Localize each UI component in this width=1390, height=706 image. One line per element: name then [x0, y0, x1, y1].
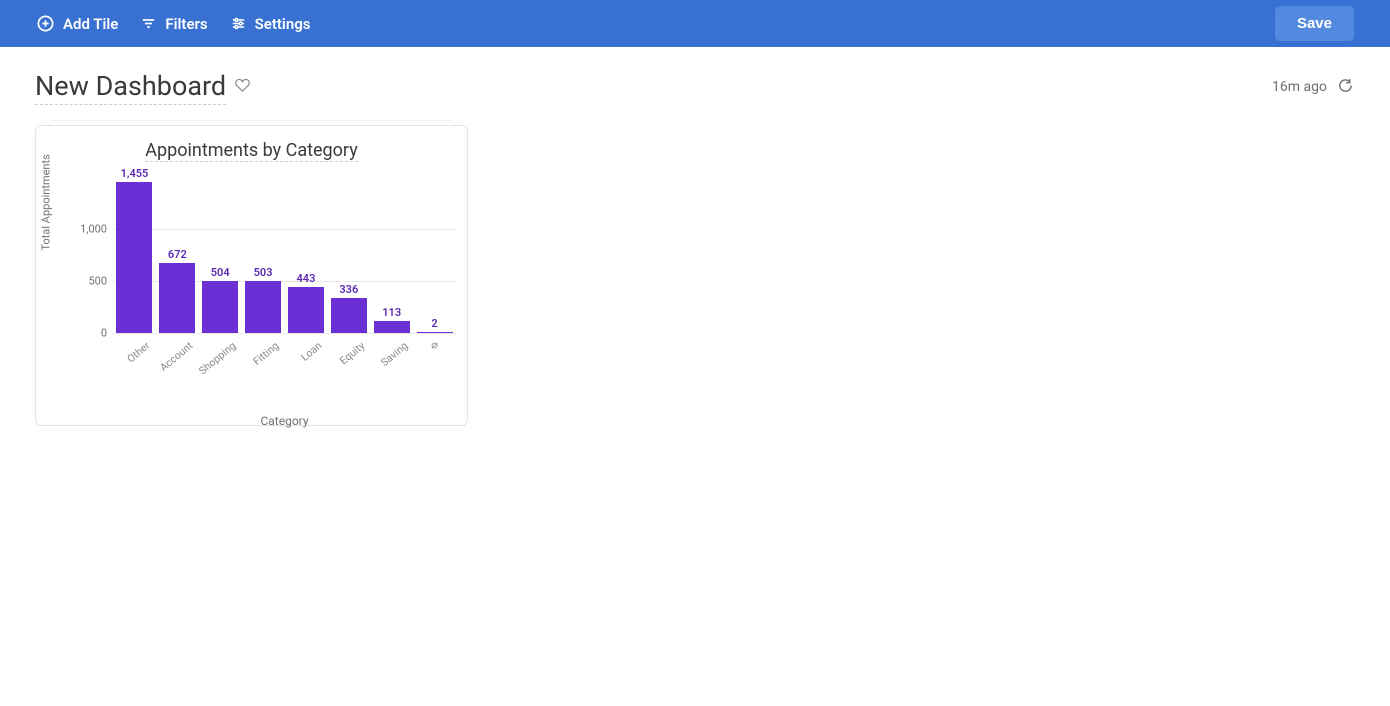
page-title[interactable]: New Dashboard	[35, 70, 226, 105]
header-right: 16m ago	[1272, 77, 1354, 98]
bar-value-label: 443	[297, 272, 316, 285]
bar-value-label: 672	[168, 248, 187, 261]
x-tick: Shopping	[192, 339, 239, 381]
bar-value-label: 1,455	[121, 167, 149, 180]
x-tick: Fitting	[235, 339, 282, 381]
bar[interactable]: 672	[159, 263, 195, 332]
gridline	[113, 333, 456, 334]
x-tick: Saving	[363, 339, 410, 381]
bar[interactable]: 504	[202, 281, 238, 333]
bar[interactable]: 113	[374, 321, 410, 333]
filters-button[interactable]: Filters	[140, 15, 207, 33]
filters-label: Filters	[165, 15, 207, 33]
last-refresh-text: 16m ago	[1272, 79, 1327, 95]
bar[interactable]: 503	[245, 281, 281, 333]
gridline	[113, 229, 456, 230]
bar-value-label: 2	[431, 317, 437, 330]
x-tick: Loan	[278, 339, 325, 381]
title-wrap: New Dashboard	[35, 70, 251, 105]
y-tick: 0	[73, 326, 113, 339]
add-circle-icon	[36, 14, 55, 33]
toolbar-left: Add Tile Filters Settings	[36, 14, 310, 33]
x-tick: Account	[149, 339, 196, 381]
tile-title-wrap: Appointments by Category	[48, 140, 455, 162]
settings-label: Settings	[255, 15, 311, 33]
bar-value-label: 336	[339, 283, 358, 296]
bar[interactable]: 336	[331, 298, 367, 333]
x-tick: Equity	[321, 339, 368, 381]
bar-value-label: 503	[254, 266, 273, 279]
bar[interactable]: 1,455	[116, 182, 152, 332]
add-tile-label: Add Tile	[63, 15, 118, 33]
chart-plot: 05001,0001,455Other672Account504Shopping…	[113, 178, 456, 333]
tile-title[interactable]: Appointments by Category	[145, 140, 357, 162]
x-tick: Other	[106, 339, 153, 381]
x-axis-label: Category	[113, 414, 456, 428]
x-tick: ∅	[431, 339, 438, 352]
bar-value-label: 504	[211, 266, 230, 279]
refresh-icon[interactable]	[1337, 77, 1354, 98]
bar[interactable]: 443	[288, 287, 324, 333]
chart-area: Total Appointments 05001,0001,455Other67…	[48, 168, 455, 408]
add-tile-button[interactable]: Add Tile	[36, 14, 118, 33]
save-button[interactable]: Save	[1275, 6, 1354, 41]
y-tick: 500	[73, 275, 113, 288]
y-axis-label: Total Appointments	[40, 154, 53, 250]
bar-value-label: 113	[382, 306, 401, 319]
bar[interactable]: 2	[417, 332, 453, 333]
settings-button[interactable]: Settings	[230, 15, 311, 33]
chart-tile[interactable]: Appointments by Category Total Appointme…	[35, 125, 468, 426]
filter-list-icon	[140, 15, 157, 32]
dashboard-header: New Dashboard 16m ago	[0, 47, 1390, 105]
tune-icon	[230, 15, 247, 32]
y-tick: 1,000	[73, 223, 113, 236]
toolbar: Add Tile Filters Settings Save	[0, 0, 1390, 47]
heart-icon[interactable]	[234, 77, 251, 98]
content: Appointments by Category Total Appointme…	[0, 105, 1390, 426]
